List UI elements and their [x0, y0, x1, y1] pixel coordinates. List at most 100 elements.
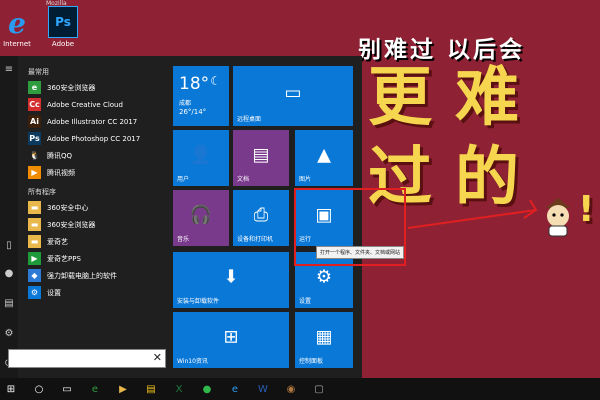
overlay-big-char-2: 难: [455, 61, 519, 135]
tile-label: 设备和打印机: [237, 236, 274, 243]
windows-icon[interactable]: ⊞: [0, 378, 22, 400]
more-icon[interactable]: ▢: [308, 378, 330, 400]
tile-label: 图片: [299, 176, 312, 183]
overlay-exclaim: !: [578, 189, 595, 230]
tile-label: 文档: [237, 176, 250, 183]
app-list: 最常用 e 360安全浏览器 Cc Adobe Creative Cloud Ai Ado…: [22, 56, 168, 378]
gear-icon: ⚙: [28, 286, 41, 299]
illustrator-icon: Ai: [28, 115, 41, 128]
download-box-icon: ⬇: [223, 266, 239, 288]
tile-remote-desktop[interactable]: ▭ 远程桌面: [233, 66, 353, 126]
headphones-icon: 🎧: [189, 204, 213, 226]
document-icon: ▤: [252, 144, 270, 166]
overlay-slogan: 别难过 以后会: [358, 37, 526, 63]
taskbar-avatar[interactable]: ◉: [280, 378, 302, 400]
tile-label: 用户: [177, 176, 190, 183]
qq-icon: 🐧: [28, 149, 41, 162]
tile-music[interactable]: 🎧 音乐: [173, 190, 229, 246]
user-circle-icon[interactable]: ●: [3, 268, 15, 280]
moon-icon: ☾: [210, 74, 221, 88]
desktop-icon-label: Internet: [3, 40, 31, 48]
taskbar: ⊞ ○ ▭ e ▶ ▤ X ● e W ◉ ▢: [0, 378, 600, 400]
user-icon: 👤: [189, 144, 213, 166]
ie-icon[interactable]: e: [224, 378, 246, 400]
app-list-label: 腾讯视频: [47, 168, 75, 177]
tile-label: 控制面板: [299, 358, 324, 365]
app-list-label: 爱奇艺PPS: [47, 254, 81, 263]
weather-range: 26°/14°: [179, 108, 207, 116]
app-list-item[interactable]: 🐧 腾讯QQ: [22, 147, 168, 164]
tile-label: Win10资讯: [177, 358, 208, 365]
device-icon[interactable]: ▯: [3, 240, 15, 252]
360-browser-icon[interactable]: e: [84, 378, 106, 400]
search-input[interactable]: ✕: [8, 349, 166, 368]
app-list-label: 360安全浏览器: [47, 220, 96, 229]
group-label-all: 所有程序: [28, 188, 56, 196]
close-icon[interactable]: ✕: [153, 351, 162, 364]
app-list-item[interactable]: ▬ 360安全浏览器: [22, 216, 168, 233]
app-list-label: Adobe Photoshop CC 2017: [47, 134, 141, 143]
desktop-icon-photoshop[interactable]: Ps Adobe: [38, 6, 88, 48]
app-list-label: 360安全浏览器: [47, 83, 96, 92]
app-list-item[interactable]: ▶ 腾讯视频: [22, 164, 168, 181]
app-list-item[interactable]: Ai Adobe Illustrator CC 2017: [22, 113, 168, 130]
media-player-icon[interactable]: ▶: [112, 378, 134, 400]
desktop-icon-ie[interactable]: e Internet: [0, 6, 42, 49]
tooltip: 打开一个程序、文件夹、文档或网站: [316, 246, 405, 259]
gear-icon: ⚙: [315, 266, 333, 288]
red-arrow-annotation: [407, 199, 538, 229]
folder-icon: ▬: [28, 235, 41, 248]
tile-label: 安装与卸载软件: [177, 298, 220, 305]
desktop-icon-label: Adobe: [51, 40, 75, 48]
app-list-item[interactable]: e 360安全浏览器: [22, 79, 168, 96]
printer-icon: ⎙: [253, 204, 269, 226]
tile-devices-printers[interactable]: ⎙ 设备和打印机: [233, 190, 289, 246]
weather-city: 成都: [179, 100, 192, 107]
app-list-item[interactable]: ⚙ 设置: [22, 284, 168, 301]
file-explorer-icon[interactable]: ▤: [140, 378, 162, 400]
photoshop-icon: Ps: [48, 6, 78, 38]
360-guard-icon[interactable]: ●: [196, 378, 218, 400]
tile-programs-features[interactable]: ⬇ 安装与卸载软件: [173, 252, 289, 308]
app-list-label: 爱奇艺: [47, 237, 68, 246]
tile-label: 远程桌面: [237, 116, 262, 123]
file-explorer-icon[interactable]: ▤: [3, 298, 15, 310]
ie-icon: e: [8, 6, 26, 40]
folder-icon: ▬: [28, 201, 41, 214]
tile-win10-info[interactable]: ⊞ Win10资讯: [173, 312, 289, 368]
gear-icon[interactable]: ⚙: [3, 328, 15, 340]
weather-temp: 18°: [179, 74, 210, 94]
app-list-label: 设置: [47, 288, 61, 297]
tencent-video-icon: ▶: [28, 166, 41, 179]
app-list-item[interactable]: Ps Adobe Photoshop CC 2017: [22, 130, 168, 147]
tile-weather[interactable]: 18° ☾ 成都 26°/14°: [173, 66, 229, 126]
app-list-label: 腾讯QQ: [47, 151, 73, 160]
word-icon[interactable]: W: [252, 378, 274, 400]
tile-document[interactable]: ▤ 文档: [233, 130, 289, 186]
tile-user[interactable]: 👤 用户: [173, 130, 229, 186]
app-list-item[interactable]: ◆ 强力卸载电脑上的软件: [22, 267, 168, 284]
group-label-recent: 最常用: [28, 68, 49, 76]
app-list-item[interactable]: ▶ 爱奇艺PPS: [22, 250, 168, 267]
folder-icon: ▬: [28, 218, 41, 231]
cortana-icon[interactable]: ○: [28, 378, 50, 400]
photoshop-icon: Ps: [28, 132, 41, 145]
app-list-item[interactable]: ▬ 爱奇艺: [22, 233, 168, 250]
app-list-label: 360安全中心: [47, 203, 89, 212]
windows-icon: ⊞: [223, 326, 239, 348]
excel-icon[interactable]: X: [168, 378, 190, 400]
hamburger-icon[interactable]: ≡: [3, 64, 15, 76]
tile-picture[interactable]: ▲ 图片: [295, 130, 353, 186]
tile-label: 设置: [299, 298, 312, 305]
app-list-item[interactable]: Cc Adobe Creative Cloud: [22, 96, 168, 113]
app-list-label: Adobe Creative Cloud: [47, 100, 123, 109]
iqiyi-pps-icon: ▶: [28, 252, 41, 265]
app-list-item[interactable]: ▬ 360安全中心: [22, 199, 168, 216]
task-view-icon[interactable]: ▭: [56, 378, 78, 400]
360-browser-icon: e: [28, 81, 41, 94]
mascot-icon: [540, 196, 576, 238]
tile-control-panel[interactable]: ▦ 控制面板: [295, 312, 353, 368]
start-rail: ≡ ▯ ● ▤ ⚙ ⏻: [0, 56, 18, 378]
picture-icon: ▲: [317, 144, 331, 166]
creative-cloud-icon: Cc: [28, 98, 41, 111]
